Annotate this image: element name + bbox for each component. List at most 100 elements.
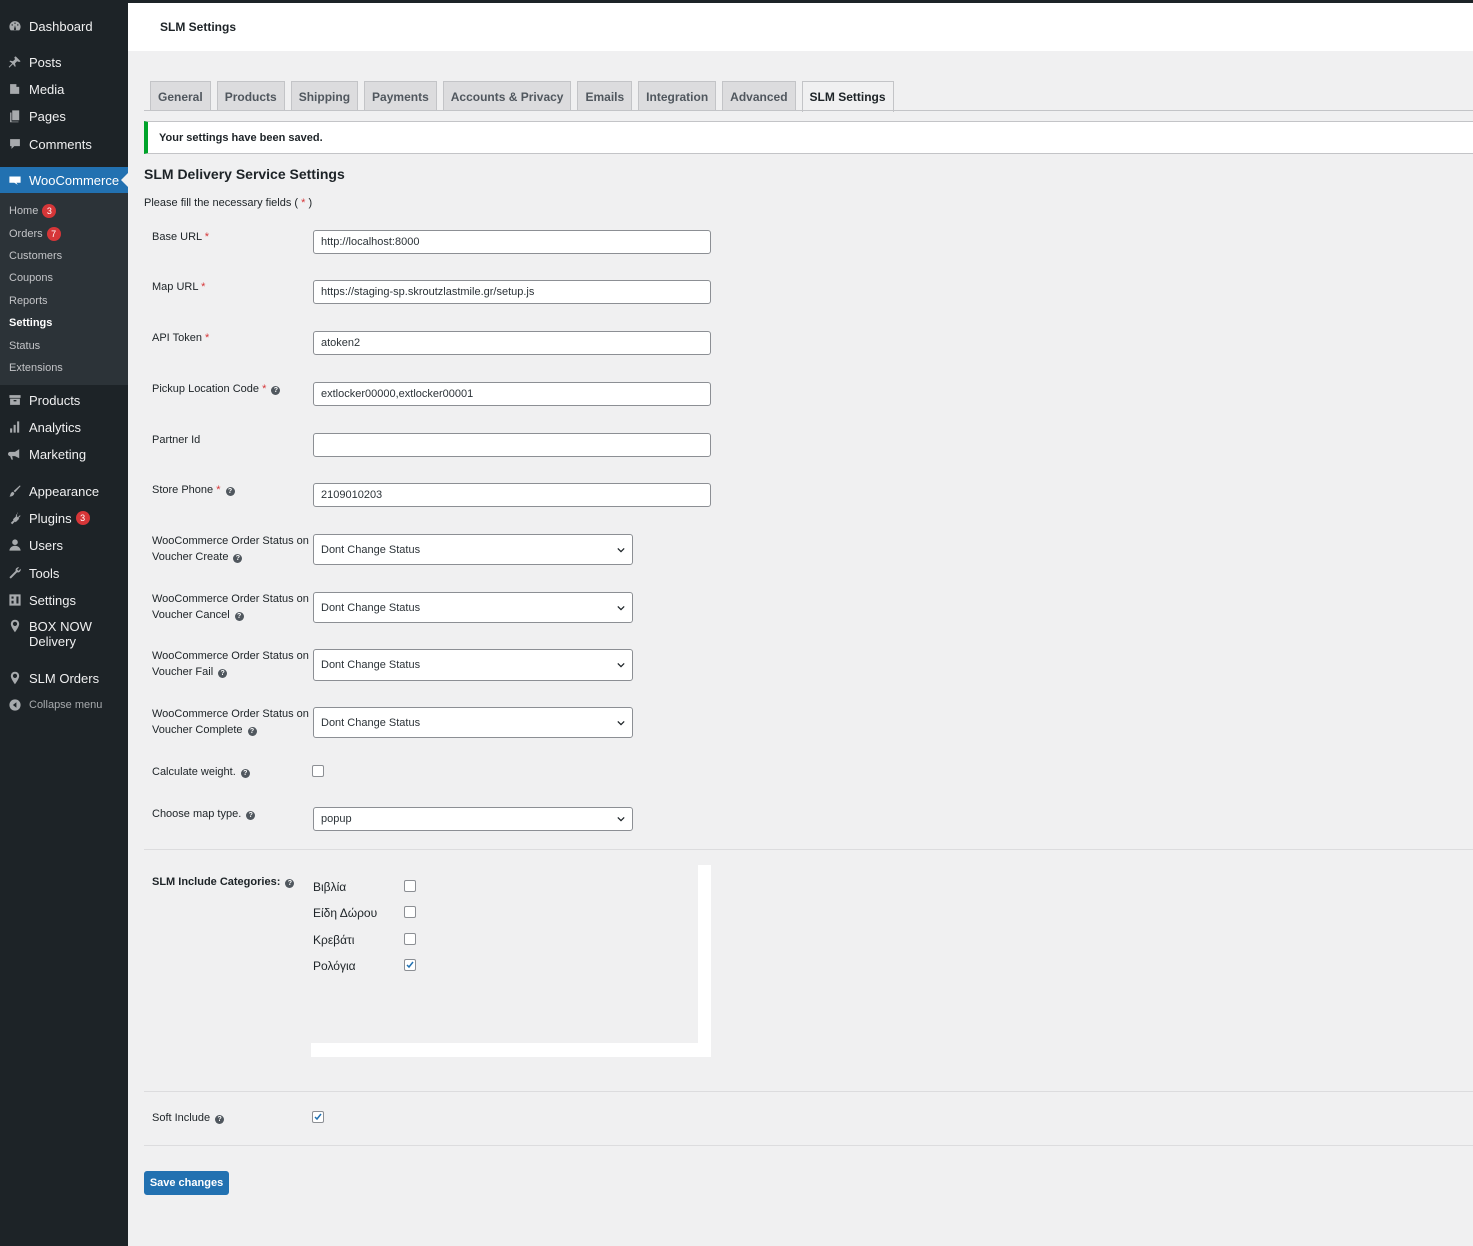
help-icon[interactable]: ?	[285, 879, 295, 888]
tab-accounts-privacy[interactable]: Accounts & Privacy	[442, 81, 572, 111]
label-text: Voucher Complete	[152, 724, 243, 736]
menu-plugins[interactable]: Plugins 3	[0, 510, 128, 526]
label-text: SLM Include Categories:	[152, 876, 281, 888]
map-type-label: Choose map type.?	[152, 806, 256, 822]
tab-slm-settings[interactable]: SLM Settings	[801, 81, 894, 112]
base-url-input[interactable]: http://localhost:8000	[313, 230, 711, 254]
status-create-label: WooCommerce Order Status on Voucher Creat…	[152, 533, 309, 565]
label-text: WooCommerce Order Status on	[152, 593, 309, 605]
category-checkbox-rologia[interactable]	[404, 959, 416, 971]
categories-list-area	[311, 865, 698, 1043]
tab-advanced[interactable]: Advanced	[722, 81, 796, 111]
tab-products[interactable]: Products	[216, 81, 285, 111]
category-checkbox-vivlia[interactable]	[404, 880, 416, 892]
category-checkbox-krevati[interactable]	[404, 933, 416, 945]
tab-integration[interactable]: Integration	[638, 81, 717, 111]
woocommerce-icon	[8, 173, 22, 187]
store-phone-input[interactable]: 2109010203	[313, 483, 711, 507]
megaphone-icon	[8, 447, 22, 461]
menu-pages[interactable]: Pages	[0, 108, 128, 124]
help-icon[interactable]: ?	[225, 487, 235, 496]
menu-slm-orders[interactable]: SLM Orders	[0, 670, 128, 686]
select-value: popup	[321, 813, 352, 825]
help-icon[interactable]: ?	[271, 386, 281, 395]
label-text: Voucher Cancel	[152, 609, 230, 621]
submenu-status[interactable]: Status	[9, 339, 40, 353]
submenu-coupons[interactable]: Coupons	[9, 271, 53, 285]
category-name: Ρολόγια	[313, 959, 356, 973]
status-cancel-select[interactable]: Dont Change Status	[313, 592, 633, 623]
submenu-home[interactable]: Home 3	[9, 203, 57, 219]
menu-media[interactable]: Media	[0, 81, 128, 97]
required-mark: *	[262, 383, 267, 395]
label-text: Base URL	[152, 231, 202, 243]
calc-weight-label: Calculate weight.?	[152, 764, 250, 780]
tab-payments[interactable]: Payments	[364, 81, 437, 111]
help-icon[interactable]: ?	[218, 669, 228, 678]
map-url-label: Map URL *	[152, 279, 205, 295]
chevron-down-icon	[617, 605, 625, 610]
save-changes-button[interactable]: Save changes	[144, 1171, 229, 1195]
menu-woocommerce[interactable]: WooCommerce	[0, 167, 128, 193]
submenu-label: Settings	[9, 317, 53, 329]
status-create-select[interactable]: Dont Change Status	[313, 534, 633, 565]
submenu-settings[interactable]: Settings	[9, 316, 52, 330]
calc-weight-checkbox[interactable]	[312, 765, 324, 777]
notification-badge: 3	[42, 204, 57, 218]
woocommerce-submenu	[0, 193, 128, 385]
menu-tools[interactable]: Tools	[0, 565, 128, 581]
plugin-icon	[8, 511, 22, 525]
menu-comments[interactable]: Comments	[0, 136, 128, 152]
label-text: API Token	[152, 332, 202, 344]
include-categories-label: SLM Include Categories:?	[152, 874, 295, 890]
help-icon[interactable]: ?	[215, 1115, 225, 1124]
submenu-reports[interactable]: Reports	[9, 294, 48, 308]
collapse-arrow-icon	[8, 698, 22, 712]
partner-id-input[interactable]	[313, 433, 711, 457]
menu-label: Collapse menu	[29, 699, 103, 711]
category-name: Είδη Δώρου	[313, 906, 378, 920]
menu-analytics[interactable]: Analytics	[0, 419, 128, 435]
map-type-select[interactable]: popup	[313, 807, 633, 831]
required-mark: *	[205, 332, 210, 344]
help-icon[interactable]: ?	[246, 811, 256, 820]
pickup-location-input[interactable]: extlocker00000,extlocker00001	[313, 382, 711, 406]
menu-appearance[interactable]: Appearance	[0, 483, 128, 499]
menu-products[interactable]: Products	[0, 392, 128, 408]
submenu-extensions[interactable]: Extensions	[9, 361, 63, 375]
chevron-down-icon	[617, 547, 625, 552]
map-url-input[interactable]: https://staging-sp.skroutzlastmile.gr/se…	[313, 280, 711, 304]
desc-text: )	[305, 197, 313, 209]
user-icon	[8, 538, 22, 552]
submenu-customers[interactable]: Customers	[9, 249, 62, 263]
category-checkbox-eidi-dorou[interactable]	[404, 906, 416, 918]
menu-users[interactable]: Users	[0, 537, 128, 553]
submenu-orders[interactable]: Orders 7	[9, 226, 61, 242]
collapse-menu-button[interactable]: Collapse menu	[0, 697, 128, 713]
help-icon[interactable]: ?	[234, 612, 244, 621]
pickup-location-label: Pickup Location Code *?	[152, 381, 281, 397]
menu-label: Comments	[29, 136, 92, 152]
tab-emails[interactable]: Emails	[577, 81, 633, 111]
help-icon[interactable]: ?	[240, 769, 250, 778]
menu-boxnow-delivery[interactable]: BOX NOW Delivery	[0, 619, 128, 651]
menu-label: WooCommerce	[29, 172, 120, 188]
menu-settings[interactable]: Settings	[0, 592, 128, 608]
menu-marketing[interactable]: Marketing	[0, 446, 128, 462]
tab-general[interactable]: General	[150, 81, 211, 111]
success-notice: Your settings have been saved.	[144, 121, 1473, 154]
label-text: Partner Id	[152, 434, 201, 446]
soft-include-checkbox[interactable]	[312, 1111, 324, 1123]
paintbrush-icon	[8, 484, 22, 498]
help-icon[interactable]: ?	[247, 727, 257, 736]
menu-label: Media	[29, 81, 65, 97]
status-complete-select[interactable]: Dont Change Status	[313, 707, 633, 738]
api-token-input[interactable]: atoken2	[313, 331, 711, 355]
menu-posts[interactable]: Posts	[0, 54, 128, 70]
tab-shipping[interactable]: Shipping	[290, 81, 359, 111]
help-icon[interactable]: ?	[233, 554, 243, 563]
status-fail-select[interactable]: Dont Change Status	[313, 649, 633, 681]
categories-scroll-box[interactable]	[311, 865, 711, 1057]
pushpin-icon	[8, 55, 22, 69]
menu-dashboard[interactable]: Dashboard	[0, 18, 128, 34]
